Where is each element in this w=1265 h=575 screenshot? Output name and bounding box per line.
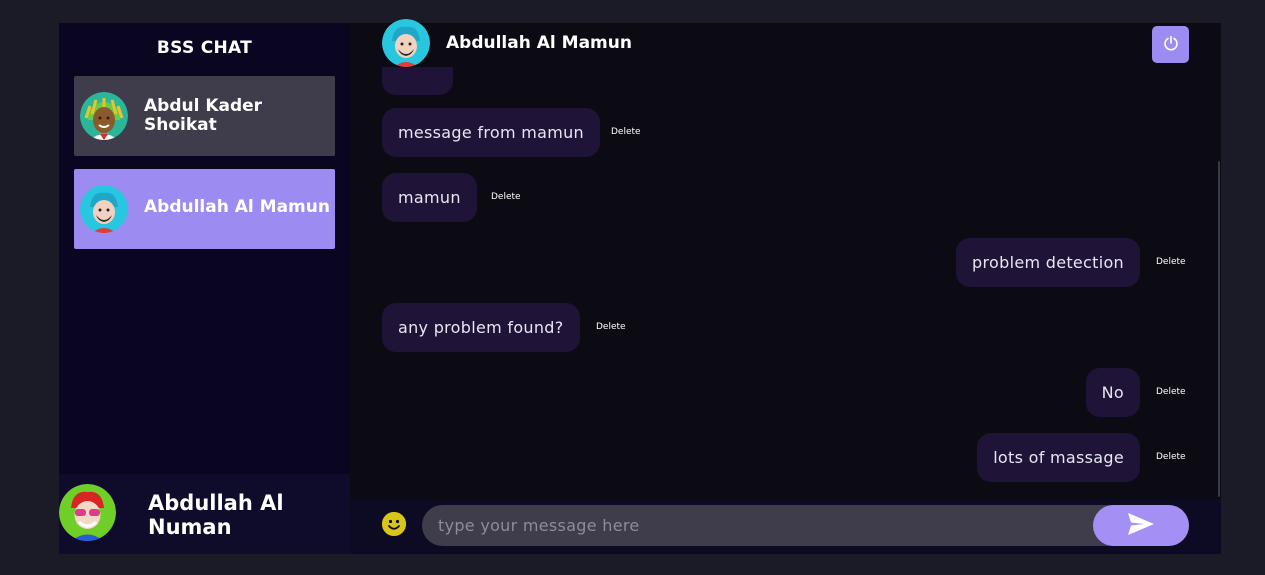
contact-name: Abdullah Al Mamun: [144, 197, 330, 217]
current-user-name: Abdullah Al Numan: [148, 491, 284, 539]
avatar-red-hair-icon: [59, 484, 116, 541]
chat-header: Abdullah Al Mamun: [350, 19, 1221, 67]
delete-message-button[interactable]: Delete: [1156, 452, 1186, 462]
sidebar: BSS CHAT Abdul Kader Shoikat Abdullah Al…: [59, 23, 350, 554]
contact-abdul-kader-shoikat[interactable]: Abdul Kader Shoikat: [74, 76, 335, 156]
app-title: BSS CHAT: [156, 38, 253, 58]
message-composer: [350, 499, 1221, 554]
message-bubble: No: [1085, 368, 1140, 417]
delete-message-button[interactable]: Delete: [611, 127, 641, 137]
current-user-panel: Abdullah Al Numan: [59, 474, 350, 554]
message-list: message from mamun Delete mamun Delete p…: [350, 67, 1221, 499]
avatar-blue-hair-icon: [382, 19, 430, 67]
message-scrollbar[interactable]: [1218, 161, 1220, 497]
smiley-icon[interactable]: [382, 512, 406, 536]
power-icon: [1163, 35, 1179, 54]
message-bubble: problem detection: [956, 238, 1140, 287]
send-icon: [1127, 512, 1155, 539]
delete-message-button[interactable]: Delete: [596, 322, 626, 332]
message-input[interactable]: [438, 505, 1078, 546]
chat-title: Abdullah Al Mamun: [446, 33, 632, 53]
message-bubble: mamun: [382, 173, 477, 222]
message-bubble: message from mamun: [382, 108, 600, 157]
chat-app: BSS CHAT Abdul Kader Shoikat Abdullah Al…: [59, 19, 1221, 554]
message-bubble: lots of massage: [977, 433, 1140, 482]
send-button[interactable]: [1093, 505, 1189, 546]
chat-panel: Abdullah Al Mamun message from mamun Del…: [350, 19, 1221, 554]
message-input-container: [422, 505, 1189, 546]
contact-name: Abdul Kader Shoikat: [144, 96, 263, 135]
logout-button[interactable]: [1152, 26, 1189, 63]
avatar-blue-hair-icon: [80, 185, 128, 233]
delete-message-button[interactable]: Delete: [1156, 257, 1186, 267]
message-bubble: any problem found?: [382, 303, 580, 352]
delete-message-button[interactable]: Delete: [1156, 387, 1186, 397]
message-bubble-partial: [382, 67, 453, 95]
delete-message-button[interactable]: Delete: [491, 192, 521, 202]
avatar-dreadlocks-icon: [80, 92, 128, 140]
contact-abdullah-al-mamun[interactable]: Abdullah Al Mamun: [74, 169, 335, 249]
